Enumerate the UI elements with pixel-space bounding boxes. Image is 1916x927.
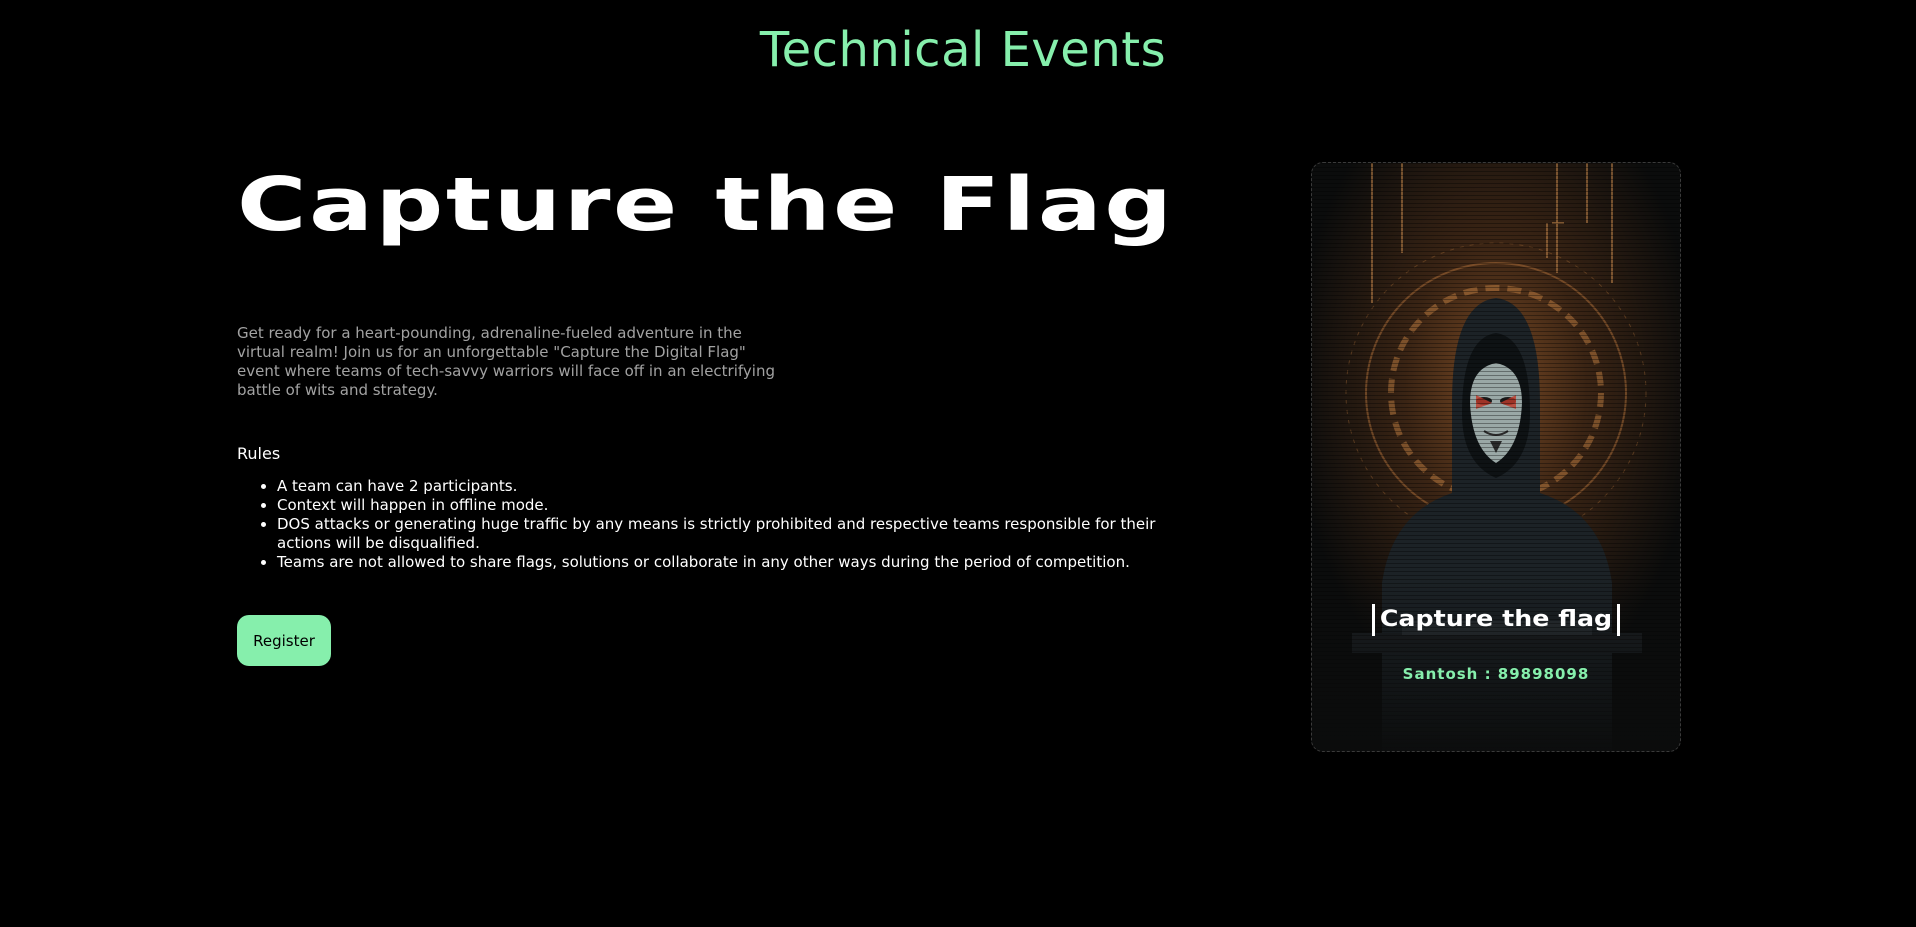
register-button[interactable]: Register <box>237 615 331 666</box>
poster-contact: Santosh : 89898098 <box>1402 665 1590 683</box>
event-description: Get ready for a heart-pounding, adrenali… <box>237 324 775 399</box>
event-title: Capture the Flag <box>237 162 1175 248</box>
list-item: Teams are not allowed to share flags, so… <box>277 553 1157 572</box>
page-title: Technical Events <box>759 22 1167 78</box>
hooded-hacker-icon <box>1312 163 1680 751</box>
page: Technical Events Capture the Flag Get re… <box>0 0 1916 927</box>
poster-title-text: Capture the flag <box>1379 607 1613 632</box>
list-item: DOS attacks or generating huge traffic b… <box>277 515 1157 553</box>
list-item: A team can have 2 participants. <box>277 477 1157 496</box>
title-bar-left <box>1371 604 1375 636</box>
list-item: Context will happen in offline mode. <box>277 496 1157 515</box>
rules-heading: Rules <box>237 444 281 463</box>
poster-title: Capture the flag <box>1332 603 1660 637</box>
event-details: Capture the Flag Get ready for a heart-p… <box>237 150 1172 666</box>
title-bar-right <box>1617 604 1620 636</box>
event-poster-card: Capture the flag Santosh : 89898098 <box>1311 162 1681 752</box>
rules-list: A team can have 2 participants. Context … <box>237 477 1157 572</box>
